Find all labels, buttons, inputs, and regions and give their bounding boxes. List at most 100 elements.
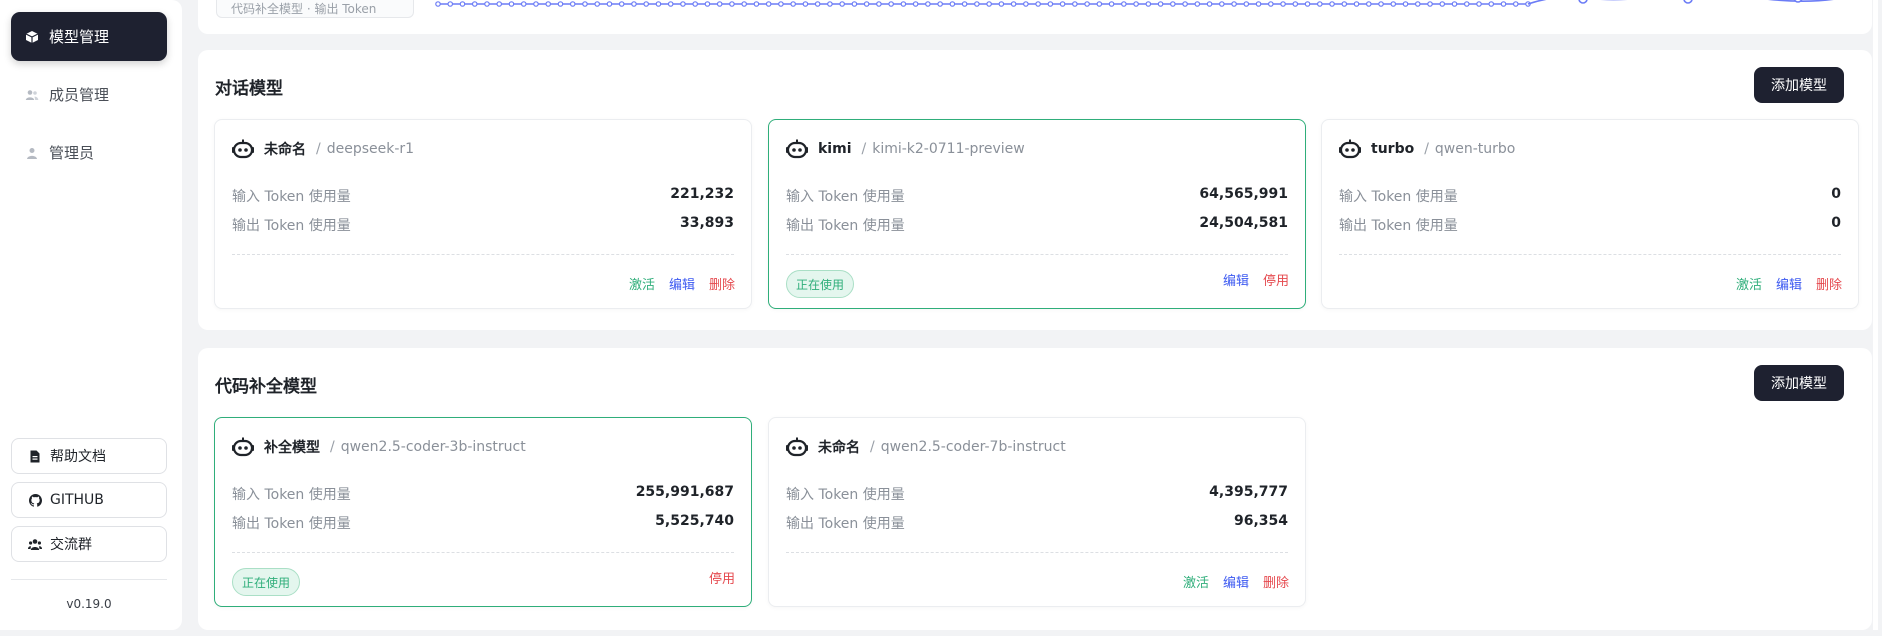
card-divider — [786, 552, 1288, 553]
disable-button[interactable]: 停用 — [1263, 270, 1289, 289]
series-point — [631, 1, 637, 7]
series-point — [435, 1, 441, 7]
model-id: deepseek-r1 — [326, 141, 415, 157]
in-use-badge: 正在使用 — [786, 270, 855, 298]
series-point — [1512, 1, 1519, 7]
input-token-label: 输入 Token 使用量 — [1339, 189, 1458, 205]
series-point — [851, 1, 858, 7]
help-docs-label: 帮助文档 — [50, 449, 106, 465]
series-point — [1476, 1, 1482, 7]
name-separator: / — [870, 439, 875, 455]
model-card: kimi / kimi-k2-0711-preview 输入 Token 使用量 64,… — [768, 119, 1306, 309]
sidebar-item-member-management[interactable]: 成员管理 — [11, 70, 167, 119]
delete-button[interactable]: 删除 — [709, 274, 735, 293]
series-point — [606, 1, 613, 7]
series-point — [961, 1, 968, 7]
series-point — [447, 1, 454, 7]
series-point — [1072, 1, 1078, 7]
add-chat-model-button[interactable]: 添加模型 — [1754, 67, 1844, 103]
help-docs-button[interactable]: 帮助文档 — [11, 438, 167, 474]
series-point — [655, 1, 662, 7]
series-point — [1219, 1, 1225, 7]
community-group-button[interactable]: 交流群 — [11, 526, 167, 562]
series-point — [667, 1, 674, 7]
model-card-header: 补全模型 / qwen2.5-coder-3b-instruct — [232, 436, 526, 458]
model-card-header: kimi / kimi-k2-0711-preview — [786, 138, 1025, 160]
card-divider — [786, 254, 1288, 255]
series-point — [974, 1, 980, 7]
robot-icon — [232, 437, 254, 457]
series-point — [1194, 1, 1201, 7]
output-token-label: 输出 Token 使用量 — [232, 218, 351, 234]
series-point — [1402, 1, 1409, 7]
user-icon — [25, 146, 39, 160]
sidebar: 模型管理 成员管理 管理员 帮助文档 GITHUB 交流群 v0.19.0 — [0, 0, 182, 630]
input-token-row: 输入 Token 使用量 221,232 — [232, 186, 734, 206]
output-token-value: 5,525,740 — [655, 513, 734, 529]
series-point — [1578, 0, 1588, 4]
series-point — [1255, 1, 1262, 7]
edit-button[interactable]: 编辑 — [669, 274, 695, 293]
series-point — [1133, 1, 1139, 7]
sidebar-item-admin[interactable]: 管理员 — [11, 128, 167, 177]
sidebar-item-label: 管理员 — [49, 144, 95, 162]
delete-button[interactable]: 删除 — [1816, 274, 1842, 293]
series-point — [888, 1, 894, 7]
series-point — [741, 1, 747, 7]
series-point — [1059, 1, 1066, 7]
model-id: qwen-turbo — [1434, 141, 1516, 157]
series-point — [459, 1, 466, 7]
series-point — [778, 1, 784, 7]
app-version: v0.19.0 — [66, 597, 112, 611]
series-point — [1280, 1, 1286, 7]
series-point — [692, 1, 698, 7]
input-token-label: 输入 Token 使用量 — [232, 189, 351, 205]
card-divider — [232, 552, 734, 553]
model-display-name: turbo — [1371, 141, 1415, 157]
series-point — [1243, 1, 1250, 7]
series-point — [998, 1, 1005, 7]
edit-button[interactable]: 编辑 — [1223, 270, 1249, 289]
github-button[interactable]: GITHUB — [11, 482, 167, 518]
output-token-row: 输出 Token 使用量 33,893 — [232, 215, 734, 235]
model-card: turbo / qwen-turbo 输入 Token 使用量 0 输出 Token 使用… — [1321, 119, 1859, 309]
series-point — [802, 1, 809, 7]
sidebar-item-label: 模型管理 — [49, 28, 110, 46]
input-token-row: 输入 Token 使用量 64,565,991 — [786, 186, 1288, 206]
input-token-label: 输入 Token 使用量 — [786, 487, 905, 503]
model-card-header: 未命名 / deepseek-r1 — [232, 138, 414, 160]
series-point — [484, 1, 490, 7]
activate-button[interactable]: 激活 — [629, 274, 655, 293]
series-point — [1035, 1, 1041, 7]
robot-icon — [232, 139, 254, 159]
group-icon — [28, 537, 42, 551]
name-separator: / — [330, 439, 335, 455]
series-point — [1463, 1, 1470, 7]
card-actions: 停用 — [709, 568, 735, 587]
add-completion-model-button[interactable]: 添加模型 — [1754, 365, 1844, 401]
sidebar-item-model-management[interactable]: 模型管理 — [11, 12, 167, 61]
edit-button[interactable]: 编辑 — [1223, 572, 1249, 591]
disable-button[interactable]: 停用 — [709, 568, 735, 587]
activate-button[interactable]: 激活 — [1183, 572, 1209, 591]
name-separator: / — [861, 141, 867, 157]
series-point — [827, 1, 833, 7]
robot-icon — [786, 139, 808, 159]
output-token-value: 0 — [1831, 215, 1841, 231]
edit-button[interactable]: 编辑 — [1776, 274, 1802, 293]
model-card-header: turbo / qwen-turbo — [1339, 138, 1515, 160]
activate-button[interactable]: 激活 — [1736, 274, 1762, 293]
series-point — [1170, 1, 1176, 7]
series-point — [937, 1, 943, 7]
series-point — [594, 1, 601, 7]
series-point — [545, 1, 552, 7]
series-point — [1353, 1, 1360, 7]
series-point — [1488, 1, 1495, 7]
robot-icon — [786, 437, 808, 457]
scrollbar[interactable] — [1873, 0, 1878, 630]
output-token-label: 输出 Token 使用量 — [786, 218, 905, 234]
completion-models-title: 代码补全模型 — [215, 377, 317, 397]
series-point — [1157, 1, 1164, 7]
series-point — [1047, 1, 1054, 7]
delete-button[interactable]: 删除 — [1263, 572, 1289, 591]
